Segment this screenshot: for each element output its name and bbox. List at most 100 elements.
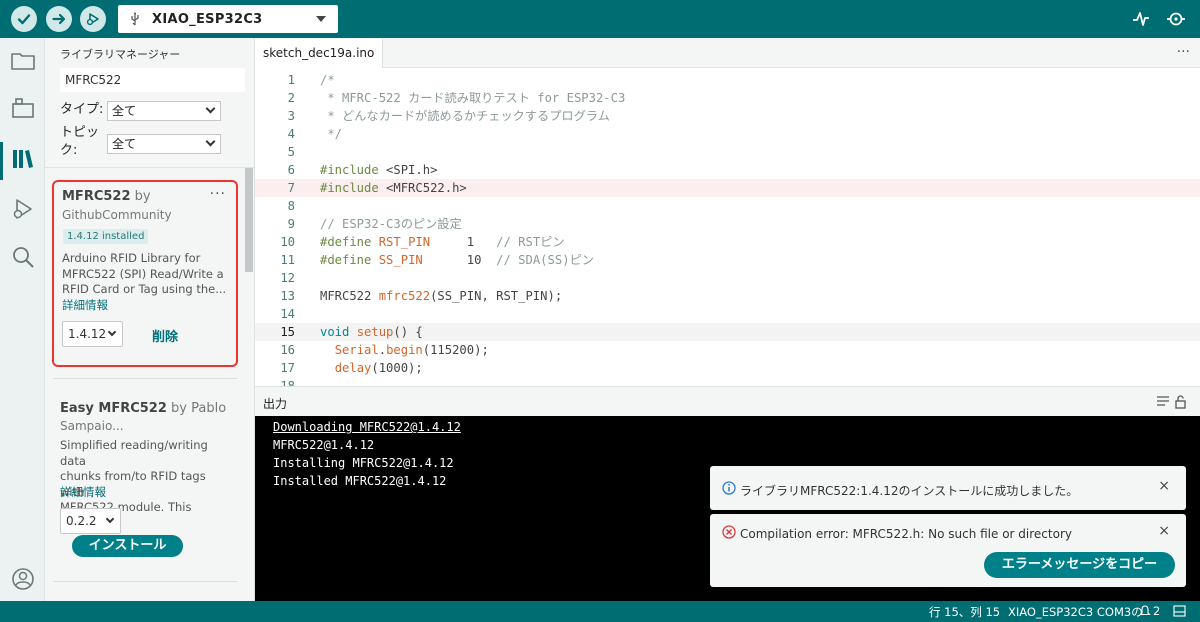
library-title: Easy MFRC522 by Pablo [60, 401, 227, 416]
code-line[interactable]: 5 [255, 143, 1200, 161]
version-value: 1.4.12 [68, 327, 107, 341]
line-number: 4 [287, 127, 295, 141]
code-line[interactable]: 6 #include <SPI.h> [255, 161, 1200, 179]
more-tabs-icon[interactable]: ··· [1177, 44, 1190, 60]
topic-filter-value: 全て [112, 137, 137, 151]
code-line[interactable]: 4 */ [255, 125, 1200, 143]
line-number: 6 [287, 163, 295, 177]
cursor-position[interactable]: 行 15、列 15 [929, 604, 1000, 620]
notification-bell-icon[interactable] [1139, 605, 1151, 617]
chevron-down-icon [205, 103, 216, 114]
line-number: 15 [280, 325, 295, 339]
chevron-down-icon [316, 16, 326, 22]
install-button[interactable]: インストール [72, 535, 183, 557]
type-filter-value: 全て [112, 104, 137, 118]
library-card-mfrc522[interactable]: MFRC522 by ··· GithubCommunity 1.4.12 in… [52, 180, 238, 367]
line-number: 7 [287, 181, 295, 195]
debug-icon [13, 199, 32, 219]
serial-monitor-icon[interactable] [1166, 9, 1186, 29]
code-text: Serial.begin(115200); [334, 343, 489, 357]
code-text: #define SS_PIN 10 // SDA(SS)ピン [320, 253, 594, 267]
line-number: 8 [287, 199, 295, 213]
code-line[interactable]: 18 [255, 377, 1200, 386]
code-text: void setup() { [320, 325, 423, 339]
status-bar: 行 15、列 15 XIAO_ESP32C3 COM3の 2 [0, 601, 1200, 622]
divider [45, 167, 254, 168]
notification-info: ライブラリMFRC522:1.4.12のインストールに成功しました。 × [710, 466, 1186, 510]
code-text: // ESP32-C3のピン設定 [320, 217, 462, 231]
chevron-down-icon [205, 136, 216, 147]
folder-icon [11, 53, 35, 70]
copy-error-button[interactable]: エラーメッセージをコピー [984, 552, 1175, 578]
topic-filter-select[interactable]: 全て [107, 134, 221, 154]
code-line[interactable]: 10 #define RST_PIN 1 // RSTピン [255, 233, 1200, 251]
version-value: 0.2.2 [66, 514, 97, 528]
version-select[interactable]: 1.4.12 [62, 321, 123, 347]
library-manager-button[interactable] [10, 146, 36, 172]
output-actions[interactable] [1156, 395, 1190, 409]
remove-button[interactable]: 削除 [152, 326, 178, 345]
code-line[interactable]: 13 MFRC522 mfrc522(SS_PIN, RST_PIN); [255, 287, 1200, 305]
panel-title: ライブラリマネージャー [60, 48, 181, 61]
library-author: GithubCommunity [62, 208, 172, 222]
more-info-link[interactable]: 詳細情報 [60, 484, 106, 500]
boards-manager-button[interactable] [10, 96, 36, 122]
code-line[interactable]: 17 delay(1000); [255, 359, 1200, 377]
info-icon [722, 481, 736, 495]
type-filter-label: タイプ: [60, 102, 104, 117]
library-search-input[interactable] [60, 68, 245, 92]
code-line[interactable]: 9 // ESP32-C3のピン設定 [255, 215, 1200, 233]
clear-output-icon [1157, 396, 1169, 406]
code-line[interactable]: 11 #define SS_PIN 10 // SDA(SS)ピン [255, 251, 1200, 269]
line-number: 5 [287, 145, 295, 159]
library-list-scrollbar[interactable] [245, 168, 253, 272]
library-title: MFRC522 by [62, 189, 151, 204]
error-icon [722, 525, 736, 539]
close-icon[interactable]: × [1158, 478, 1170, 494]
library-card-easy-mfrc522[interactable]: Easy MFRC522 by Pablo Sampaio... Simplif… [52, 396, 238, 566]
version-select[interactable]: 0.2.2 [60, 508, 121, 534]
code-line[interactable]: 1 /* [255, 71, 1200, 89]
line-number: 17 [280, 361, 295, 375]
board-selector[interactable]: XIAO_ESP32C3 [118, 5, 338, 33]
line-number: 14 [280, 307, 295, 321]
line-number: 11 [280, 253, 295, 267]
more-info-link[interactable]: 詳細情報 [62, 297, 108, 313]
panel-toggle-icon[interactable] [1173, 605, 1186, 617]
type-filter-select[interactable]: 全て [107, 101, 221, 121]
code-line[interactable]: 2 * MFRC-522 カード読み取りテスト for ESP32-C3 [255, 89, 1200, 107]
sketchbook-button[interactable] [10, 48, 36, 74]
account-button[interactable] [10, 566, 36, 592]
code-text: */ [320, 127, 343, 141]
code-editor[interactable]: 1/* 2 * MFRC-522 カード読み取りテスト for ESP32-C3 3… [255, 68, 1200, 386]
debug-button[interactable] [80, 6, 106, 32]
output-line: MFRC522@1.4.12 [273, 438, 375, 452]
serial-plotter-icon[interactable] [1131, 9, 1151, 29]
notification-error: Compilation error: MFRC522.h: No such fi… [710, 514, 1186, 587]
tab-sketch[interactable]: sketch_dec19a.ino [255, 38, 384, 68]
code-text: #define RST_PIN 1 // RSTピン [320, 235, 565, 249]
verify-button[interactable] [11, 6, 37, 32]
code-text: /* [320, 73, 335, 87]
library-icon [13, 150, 33, 168]
code-line[interactable]: 7 #include <MFRC522.h> [255, 179, 1200, 197]
output-line: Downloading MFRC522@1.4.12 [273, 420, 461, 434]
library-description: Arduino RFID Library for MFRC522 (SPI) R… [62, 251, 227, 296]
code-line[interactable]: 12 [255, 269, 1200, 287]
code-line[interactable]: 16 Serial.begin(115200); [255, 341, 1200, 359]
code-line[interactable]: 3 * どんなカードが読めるかチェックするプログラム [255, 107, 1200, 125]
line-number: 18 [280, 379, 295, 386]
debug-view-button[interactable] [10, 196, 36, 222]
more-options-icon[interactable]: ··· [210, 186, 226, 202]
upload-button[interactable] [46, 6, 72, 32]
code-line[interactable]: 8 [255, 197, 1200, 215]
search-button[interactable] [10, 244, 36, 270]
notification-text: ライブラリMFRC522:1.4.12のインストールに成功しました。 [740, 484, 1079, 498]
library-manager-panel: ライブラリマネージャー タイプ: 全て トピック: 全て MFRC522 by … [45, 38, 255, 601]
code-line[interactable]: 14 [255, 305, 1200, 323]
notification-count: 2 [1153, 604, 1161, 618]
top-toolbar: XIAO_ESP32C3 [0, 0, 1200, 38]
board-port[interactable]: XIAO_ESP32C3 COM3の [1008, 604, 1143, 620]
close-icon[interactable]: × [1158, 523, 1170, 539]
code-line[interactable]: 15 void setup() { [255, 323, 1200, 341]
